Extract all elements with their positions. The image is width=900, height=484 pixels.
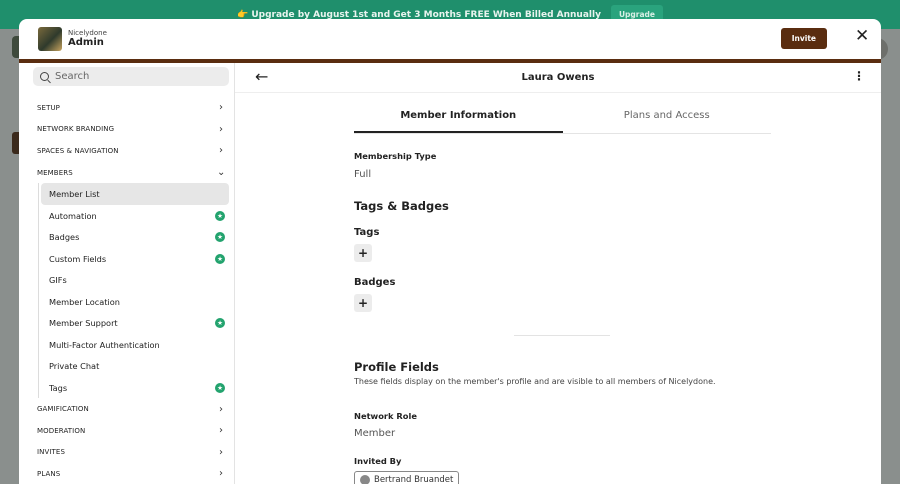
sidebar-item-member-location[interactable]: Member Location: [41, 291, 229, 313]
sidebar-item-label: Automation: [49, 210, 97, 221]
chevron-down-icon: ⌄: [217, 167, 226, 179]
sidebar-item-member-list[interactable]: Member List: [41, 183, 229, 205]
membership-type-label: Membership Type: [354, 151, 437, 161]
close-icon[interactable]: ✕: [855, 28, 869, 45]
admin-title: Admin: [68, 37, 104, 49]
badges-label: Badges: [354, 277, 396, 288]
premium-star-icon: ★: [215, 382, 225, 393]
org-name: Nicelydone: [68, 29, 107, 38]
sidebar-section-members[interactable]: MEMBERS ⌄: [33, 162, 229, 184]
sidebar-section-spaces-navigation[interactable]: SPACES & NAVIGATION ›: [33, 140, 229, 162]
sidebar-item-label: Custom Fields: [49, 253, 107, 264]
modal-header: Nicelydone Admin Invite ✕: [19, 19, 881, 59]
sidebar-section-moderation[interactable]: MODERATION ›: [33, 420, 229, 442]
sidebar-section-label: NETWORK BRANDING: [37, 125, 115, 134]
search-icon: [40, 72, 49, 81]
invite-button[interactable]: Invite: [780, 28, 827, 49]
sidebar-item-label: Tags: [49, 382, 68, 393]
member-content: Member Information Plans and Access Memb…: [354, 93, 771, 484]
upgrade-banner-text: 👉 Upgrade by August 1st and Get 3 Months…: [237, 9, 601, 20]
invited-by-label: Invited By: [354, 456, 402, 466]
tab-plans-and-access[interactable]: Plans and Access: [563, 93, 772, 133]
sidebar-section-network-branding[interactable]: NETWORK BRANDING ›: [33, 119, 229, 141]
sidebar-section-setup[interactable]: SETUP ›: [33, 97, 229, 119]
tags-badges-heading: Tags & Badges: [354, 199, 449, 213]
sidebar-section-label: SETUP: [37, 103, 60, 112]
sidebar-item-custom-fields[interactable]: Custom Fields ★: [41, 248, 229, 270]
chevron-right-icon: ›: [219, 468, 223, 480]
chevron-right-icon: ›: [219, 145, 223, 157]
search-input[interactable]: Search: [33, 67, 229, 86]
chevron-right-icon: ›: [219, 102, 223, 114]
chevron-right-icon: ›: [219, 425, 223, 437]
add-tag-button[interactable]: +: [354, 244, 372, 262]
network-role-label: Network Role: [354, 411, 417, 421]
sidebar-section-invites[interactable]: INVITES ›: [33, 442, 229, 464]
sidebar-section-label: MODERATION: [37, 426, 86, 435]
chevron-right-icon: ›: [219, 403, 223, 415]
sidebar-section-label: PLANS: [37, 469, 61, 478]
search-placeholder: Search: [55, 71, 90, 82]
sidebar-section-plans[interactable]: PLANS ›: [33, 463, 229, 484]
sidebar-section-label: MEMBERS: [37, 168, 73, 177]
avatar: [360, 475, 370, 484]
member-name-title: Laura Owens: [521, 72, 595, 83]
sidebar-item-multi-factor-authentication[interactable]: Multi-Factor Authentication: [41, 334, 229, 356]
add-badge-button[interactable]: +: [354, 294, 372, 312]
section-divider: [514, 335, 610, 336]
sidebar-section-label: SPACES & NAVIGATION: [37, 146, 119, 155]
chevron-right-icon: ›: [219, 123, 223, 135]
sidebar-section-label: GAMIFICATION: [37, 405, 89, 414]
invited-by-name: Bertrand Bruandet: [374, 475, 454, 484]
admin-settings-modal: Nicelydone Admin Invite ✕ Search SETUP ›…: [19, 19, 881, 484]
members-submenu: Member List Automation ★ Badges ★ Custom…: [38, 183, 229, 399]
member-panel-header: ← Laura Owens ⋮: [235, 63, 881, 93]
sidebar-item-label: GIFs: [49, 275, 67, 286]
sidebar-item-label: Multi-Factor Authentication: [49, 339, 160, 350]
sidebar-item-label: Member Location: [49, 296, 120, 307]
invited-by-chip[interactable]: Bertrand Bruandet: [354, 471, 460, 484]
sidebar-item-private-chat[interactable]: Private Chat: [41, 355, 229, 377]
sidebar-item-label: Member List: [49, 189, 100, 200]
sidebar-section-gamification[interactable]: GAMIFICATION ›: [33, 398, 229, 420]
more-options-icon[interactable]: ⋮: [853, 69, 865, 83]
sidebar-item-member-support[interactable]: Member Support ★: [41, 312, 229, 334]
profile-fields-heading: Profile Fields: [354, 360, 439, 374]
tab-member-information[interactable]: Member Information: [354, 93, 563, 133]
org-logo: [38, 27, 62, 51]
sidebar-item-label: Badges: [49, 232, 80, 243]
network-role-value: Member: [354, 428, 396, 439]
premium-star-icon: ★: [215, 210, 225, 221]
premium-star-icon: ★: [215, 232, 225, 243]
premium-star-icon: ★: [215, 318, 225, 329]
premium-star-icon: ★: [215, 253, 225, 264]
tags-label: Tags: [354, 227, 380, 238]
sidebar-item-tags[interactable]: Tags ★: [41, 377, 229, 399]
chevron-right-icon: ›: [219, 446, 223, 458]
sidebar-section-label: INVITES: [37, 448, 65, 457]
sidebar-item-gifs[interactable]: GIFs: [41, 269, 229, 291]
settings-sidebar: Search SETUP › NETWORK BRANDING › SPACES…: [19, 63, 235, 484]
membership-type-value: Full: [354, 169, 372, 180]
sidebar-item-label: Member Support: [49, 318, 118, 329]
sidebar-item-label: Private Chat: [49, 361, 100, 372]
member-detail-panel: ← Laura Owens ⋮ Member Information Plans…: [235, 63, 881, 484]
sidebar-item-automation[interactable]: Automation ★: [41, 205, 229, 227]
sidebar-item-badges[interactable]: Badges ★: [41, 226, 229, 248]
profile-fields-description: These fields display on the member's pro…: [354, 377, 716, 386]
member-tabs: Member Information Plans and Access: [354, 93, 771, 134]
